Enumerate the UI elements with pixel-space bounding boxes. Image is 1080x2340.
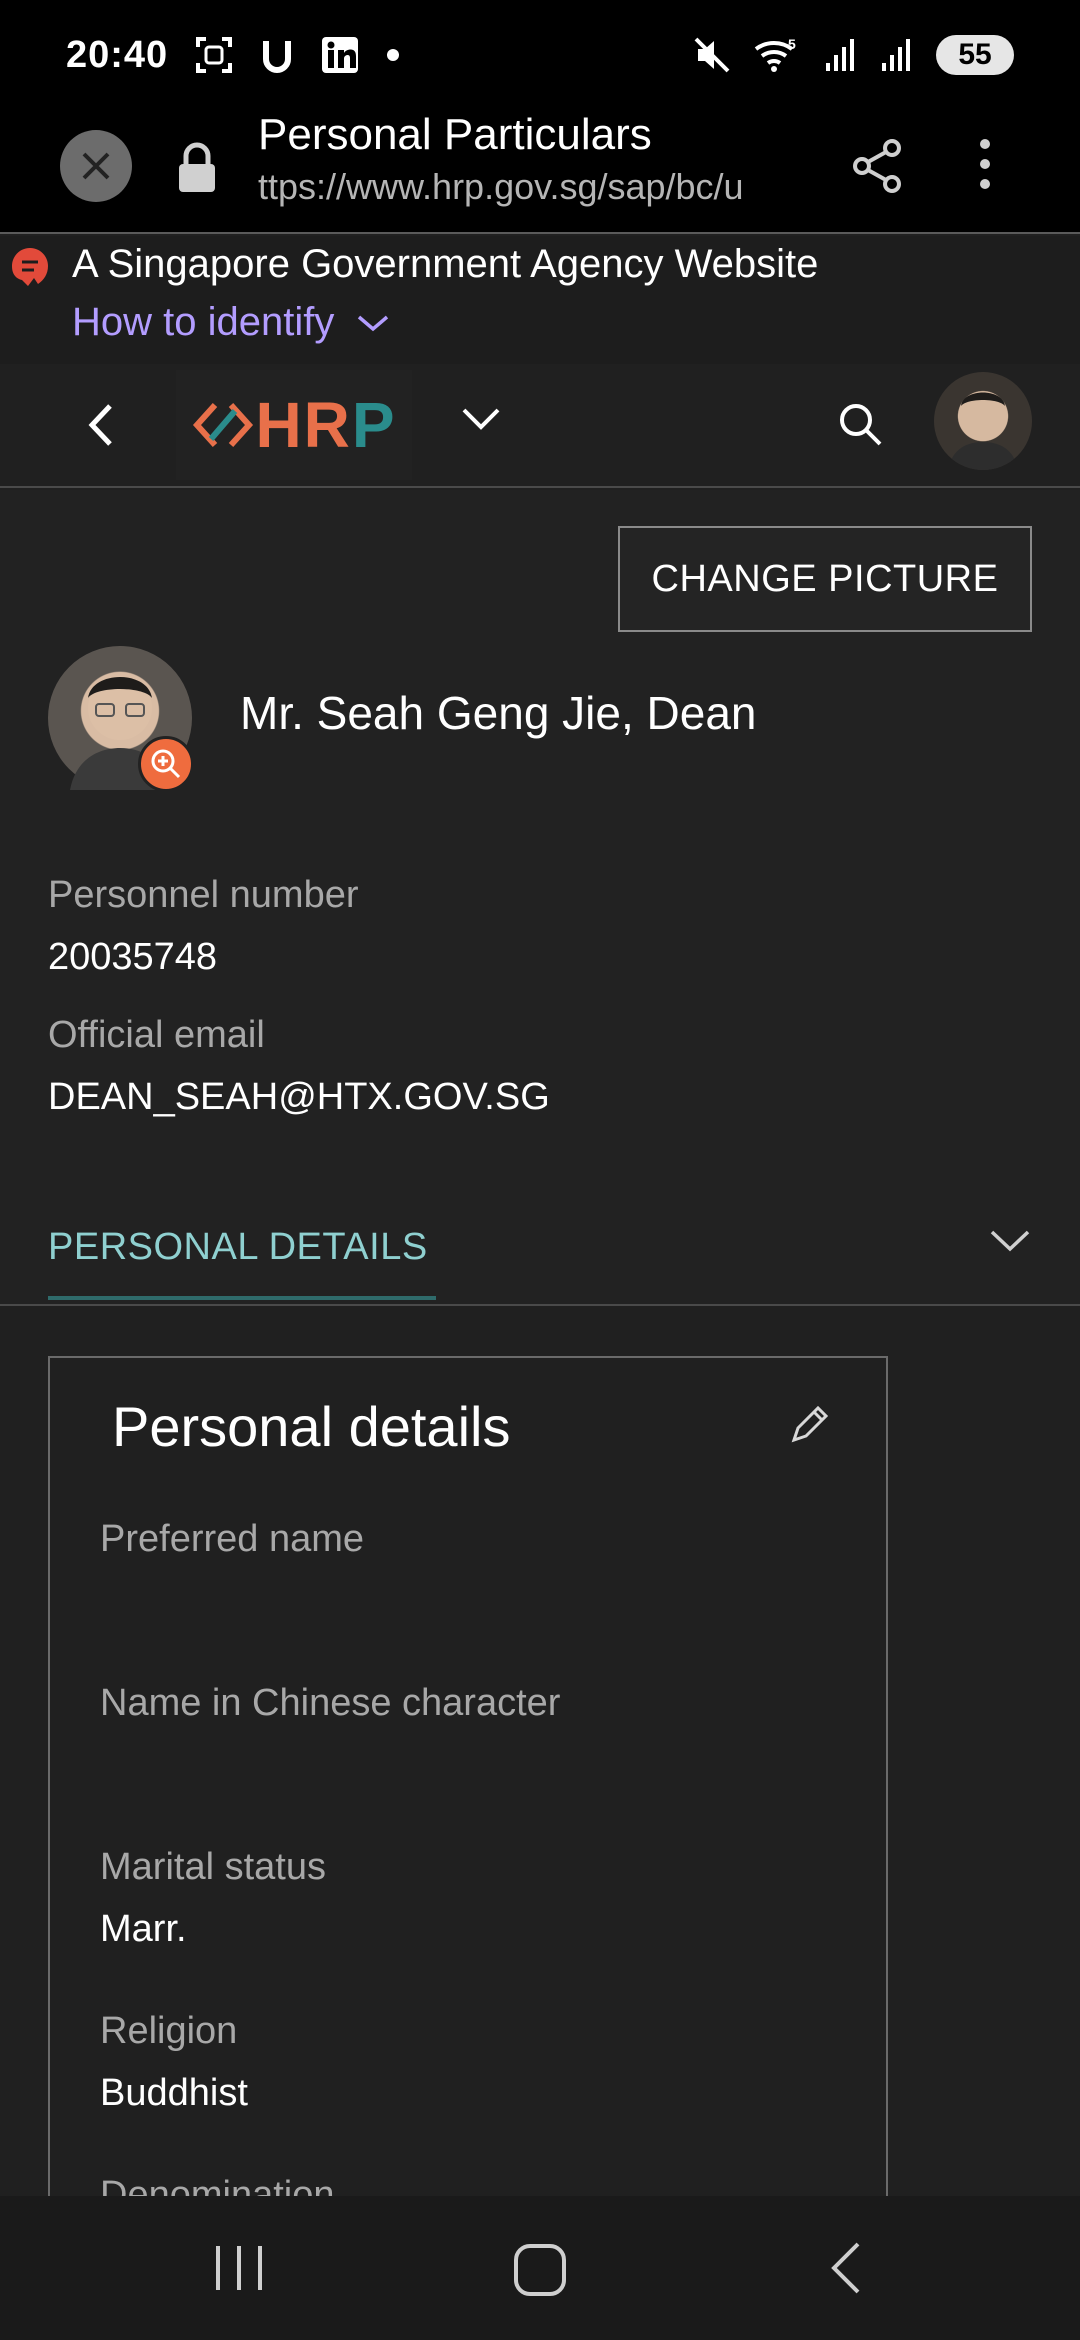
hrp-logo[interactable]: HRP: [176, 370, 412, 480]
gov-banner-text: A Singapore Government Agency Website: [72, 242, 819, 286]
svg-text:5: 5: [788, 36, 796, 52]
user-avatar[interactable]: [934, 372, 1032, 470]
religion-value: Buddhist: [100, 2072, 248, 2114]
hrp-logo-mark-icon: [193, 402, 254, 448]
content-area: Personal details Preferred name Name in …: [0, 1308, 1080, 2256]
close-icon: [82, 152, 110, 180]
browser-toolbar: Personal Particulars ttps://www.hrp.gov.…: [0, 110, 1080, 234]
logo-letter-r: R: [303, 389, 352, 461]
official-email-label: Official email: [48, 1014, 265, 1056]
close-tab-button[interactable]: [60, 130, 132, 202]
card-title: Personal details: [112, 1395, 511, 1458]
edit-pencil-icon[interactable]: [786, 1400, 834, 1453]
wifi-5g-icon: 5: [754, 35, 802, 75]
how-to-identify-label: How to identify: [72, 300, 335, 344]
profile-area: CHANGE PICTURE Mr. Seah Geng Jie, Dean P…: [0, 490, 1080, 1306]
lock-icon[interactable]: [174, 140, 220, 201]
personnel-number-value: 20035748: [48, 936, 218, 978]
chevron-down-icon[interactable]: [988, 1226, 1032, 1261]
page-title: Personal Particulars: [258, 110, 652, 159]
section-tab-indicator: [48, 1296, 436, 1300]
mute-icon: [692, 35, 732, 75]
url-text: ttps://www.hrp.gov.sg/sap/bc/u: [258, 166, 744, 207]
chevron-down-icon: [358, 315, 389, 331]
zoom-in-icon: [151, 749, 181, 779]
personnel-number-label: Personnel number: [48, 874, 359, 916]
home-icon[interactable]: [510, 2242, 570, 2303]
linkedin-icon: [320, 35, 360, 75]
logo-letter-p: P: [351, 389, 397, 461]
screenshot-icon: [194, 35, 234, 75]
logo-letter-h: H: [255, 389, 304, 461]
recent-apps-icon[interactable]: [212, 2242, 266, 2299]
back-arrow-icon[interactable]: [82, 400, 122, 455]
signal-icon: [880, 35, 914, 75]
official-email-value: DEAN_SEAH@HTX.GOV.SG: [48, 1076, 550, 1118]
system-nav-bar: [0, 2196, 1080, 2340]
lion-head-icon: [8, 244, 52, 297]
change-picture-button[interactable]: CHANGE PICTURE: [618, 526, 1032, 632]
zoom-in-button[interactable]: [138, 736, 194, 792]
dot-icon: [386, 48, 400, 62]
search-icon[interactable]: [836, 400, 886, 455]
marital-status-label: Marital status: [100, 1846, 326, 1888]
gov-banner: A Singapore Government Agency Website Ho…: [0, 236, 1080, 364]
app-menu-chevron-icon[interactable]: [460, 404, 502, 439]
app-header: HRP: [0, 364, 1080, 488]
section-title: PERSONAL DETAILS: [48, 1226, 428, 1268]
chinese-name-label: Name in Chinese character: [100, 1682, 561, 1724]
nav-back-icon[interactable]: [826, 2238, 866, 2303]
marital-status-value: Marr.: [100, 1908, 187, 1950]
preferred-name-label: Preferred name: [100, 1518, 365, 1560]
status-time: 20:40: [66, 33, 169, 76]
how-to-identify-link[interactable]: How to identify: [72, 300, 390, 345]
more-options-icon[interactable]: [970, 134, 1000, 199]
battery-indicator: 55: [936, 35, 1014, 75]
share-icon[interactable]: [848, 136, 908, 201]
u-app-icon: [260, 35, 294, 75]
personal-details-section-toggle[interactable]: PERSONAL DETAILS: [0, 1190, 1080, 1306]
url-block[interactable]: Personal Particulars ttps://www.hrp.gov.…: [258, 110, 808, 208]
status-bar: 20:40 5 55: [0, 0, 1080, 110]
signal-icon: [824, 35, 858, 75]
religion-label: Religion: [100, 2010, 238, 2052]
personal-details-card: Personal details Preferred name Name in …: [48, 1356, 888, 2256]
profile-name: Mr. Seah Geng Jie, Dean: [240, 687, 757, 739]
